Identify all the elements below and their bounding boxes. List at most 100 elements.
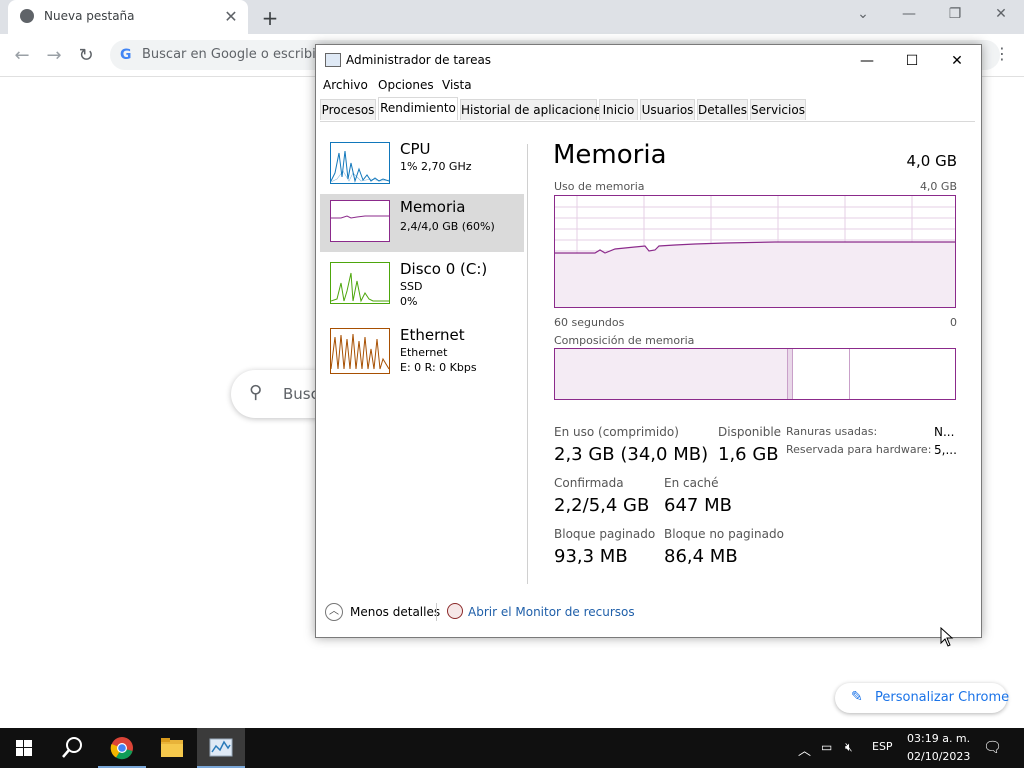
composition-free [850,349,955,399]
clock-date[interactable]: 02/10/2023 [907,750,970,763]
search-icon: ⚲ [249,382,263,403]
tab-procesos[interactable]: Procesos [320,99,376,120]
stat-reserved-value: 5,... [934,443,957,457]
close-window-icon[interactable]: ✕ [987,6,1015,24]
taskbar: ︿ ▭ 🔇︎ ESP 03:19 a. m. 02/10/2023 🗨︎ [0,728,1024,768]
memory-usage-label: Uso de memoria [554,180,645,193]
sidebar-item-disco[interactable]: Disco 0 (C:) SSD 0% [320,256,524,314]
sidebar-ethernet-adapter: Ethernet [400,346,448,359]
forward-icon[interactable]: → [42,45,66,67]
stat-paged-label: Bloque paginado [554,527,656,541]
resource-monitor-link[interactable]: Abrir el Monitor de recursos [468,605,635,619]
volume-muted-icon[interactable]: 🔇︎ [845,740,853,755]
tab-inicio[interactable]: Inicio [599,99,638,120]
sidebar-item-ethernet[interactable]: Ethernet Ethernet E: 0 R: 0 Kbps [320,322,524,380]
cpu-thumbnail-graph [330,142,390,184]
task-manager-title: Administrador de tareas [346,53,492,67]
sidebar-item-cpu[interactable]: CPU 1% 2,70 GHz [320,136,524,194]
tm-close-icon[interactable]: ✕ [942,51,972,71]
chrome-tab-favicon-icon [20,9,34,23]
tab-detalles[interactable]: Detalles [697,99,748,120]
sidebar-memoria-name: Memoria [400,198,466,216]
customize-chrome-label: Personalizar Chrome [875,690,1010,705]
less-details-button[interactable]: Menos detalles [350,605,440,619]
stat-cached-value: 647 MB [664,495,732,516]
composition-in-use [555,349,788,399]
footer-separator [436,603,437,621]
stat-paged-value: 93,3 MB [554,546,628,567]
stat-slots-value: N... [934,425,955,439]
stat-nonpaged-value: 86,4 MB [664,546,738,567]
chrome-menu-icon[interactable]: ⋮ [994,44,1010,66]
search-icon[interactable] [48,728,96,768]
memory-thumbnail-graph [330,200,390,242]
mouse-cursor-icon [940,627,954,647]
ntp-search-placeholder: Busc [283,385,319,403]
stat-in-use-value: 2,3 GB (34,0 MB) [554,444,709,465]
omnibox-placeholder: Buscar en Google o escribir [142,47,322,62]
tab-historial-de-aplicaciones[interactable]: Historial de aplicaciones [460,99,607,120]
composition-standby [793,349,850,399]
sidebar-disco-name: Disco 0 (C:) [400,260,488,278]
file-explorer-icon[interactable] [148,728,196,768]
pencil-icon: ✎ [851,689,863,705]
customize-chrome-button[interactable]: ✎ Personalizar Chrome [835,683,1010,713]
sidebar-memoria-sub: 2,4/4,0 GB (60%) [400,220,495,233]
graph-time-end: 0 [950,316,957,329]
ethernet-thumbnail-graph [330,328,390,374]
disk-thumbnail-graph [330,262,390,304]
sidebar-cpu-name: CPU [400,140,431,158]
stat-slots-label: Ranuras usadas: [786,425,878,438]
language-indicator[interactable]: ESP [872,740,893,753]
tab-search-icon[interactable]: ⌄ [849,6,877,24]
stat-committed-label: Confirmada [554,476,624,490]
chrome-taskbar-icon[interactable] [98,728,146,768]
notifications-icon[interactable]: 🗨︎ [983,738,1002,756]
stat-committed-value: 2,2/5,4 GB [554,495,650,516]
tm-minimize-icon[interactable]: — [852,51,882,71]
google-g-icon: G [120,47,132,63]
performance-panel: CPU 1% 2,70 GHz Memoria 2,4/4,0 GB (60%)… [316,122,981,592]
chrome-tab-title: Nueva pestaña [44,9,135,23]
menu-archivo[interactable]: Archivo [323,78,368,92]
chrome-tab-new-tab[interactable]: Nueva pestaña ✕ [8,0,248,34]
resource-monitor-icon [447,603,463,619]
panel-divider [527,144,528,584]
chevron-up-icon[interactable]: ︿ [325,603,343,621]
minimize-icon[interactable]: — [895,6,923,24]
task-manager-taskbar-icon[interactable] [197,728,245,768]
sidebar-disco-usage: 0% [400,295,418,308]
memory-total: 4,0 GB [906,152,957,170]
stat-available-value: 1,6 GB [718,444,779,465]
windows-start-icon[interactable] [0,728,48,768]
memory-composition-label: Composición de memoria [554,334,695,347]
tab-rendimiento[interactable]: Rendimiento [378,97,458,120]
memory-composition-bar [554,348,956,400]
task-manager-footer: ︿ Menos detalles Abrir el Monitor de rec… [316,593,981,637]
sidebar-ethernet-name: Ethernet [400,326,465,344]
tab-servicios[interactable]: Servicios [750,99,806,120]
clock-time[interactable]: 03:19 a. m. [907,732,970,745]
menu-opciones[interactable]: Opciones [378,78,434,92]
task-manager-tabs: Procesos Rendimiento Historial de aplica… [320,97,975,122]
back-icon[interactable]: ← [10,45,34,67]
new-tab-icon[interactable]: + [258,6,282,30]
sidebar-cpu-sub: 1% 2,70 GHz [400,160,472,173]
chevron-up-tray-icon[interactable]: ︿ [798,740,811,759]
reload-icon[interactable]: ↻ [74,45,98,67]
tm-maximize-icon[interactable]: ☐ [897,51,927,71]
memory-usage-max: 4,0 GB [919,180,957,193]
restore-icon[interactable]: ❐ [941,6,969,24]
stat-cached-label: En caché [664,476,719,490]
memory-detail-title: Memoria [553,140,667,170]
network-icon[interactable]: ▭ [821,740,832,754]
memory-usage-graph [554,195,956,308]
menu-vista[interactable]: Vista [442,78,472,92]
stat-nonpaged-label: Bloque no paginado [664,527,784,541]
tab-usuarios[interactable]: Usuarios [640,99,695,120]
stat-in-use-label: En uso (comprimido) [554,425,679,439]
task-manager-app-icon [325,53,341,67]
close-tab-icon[interactable]: ✕ [222,8,240,26]
graph-time-label: 60 segundos [554,316,625,329]
sidebar-item-memoria[interactable]: Memoria 2,4/4,0 GB (60%) [320,194,524,252]
